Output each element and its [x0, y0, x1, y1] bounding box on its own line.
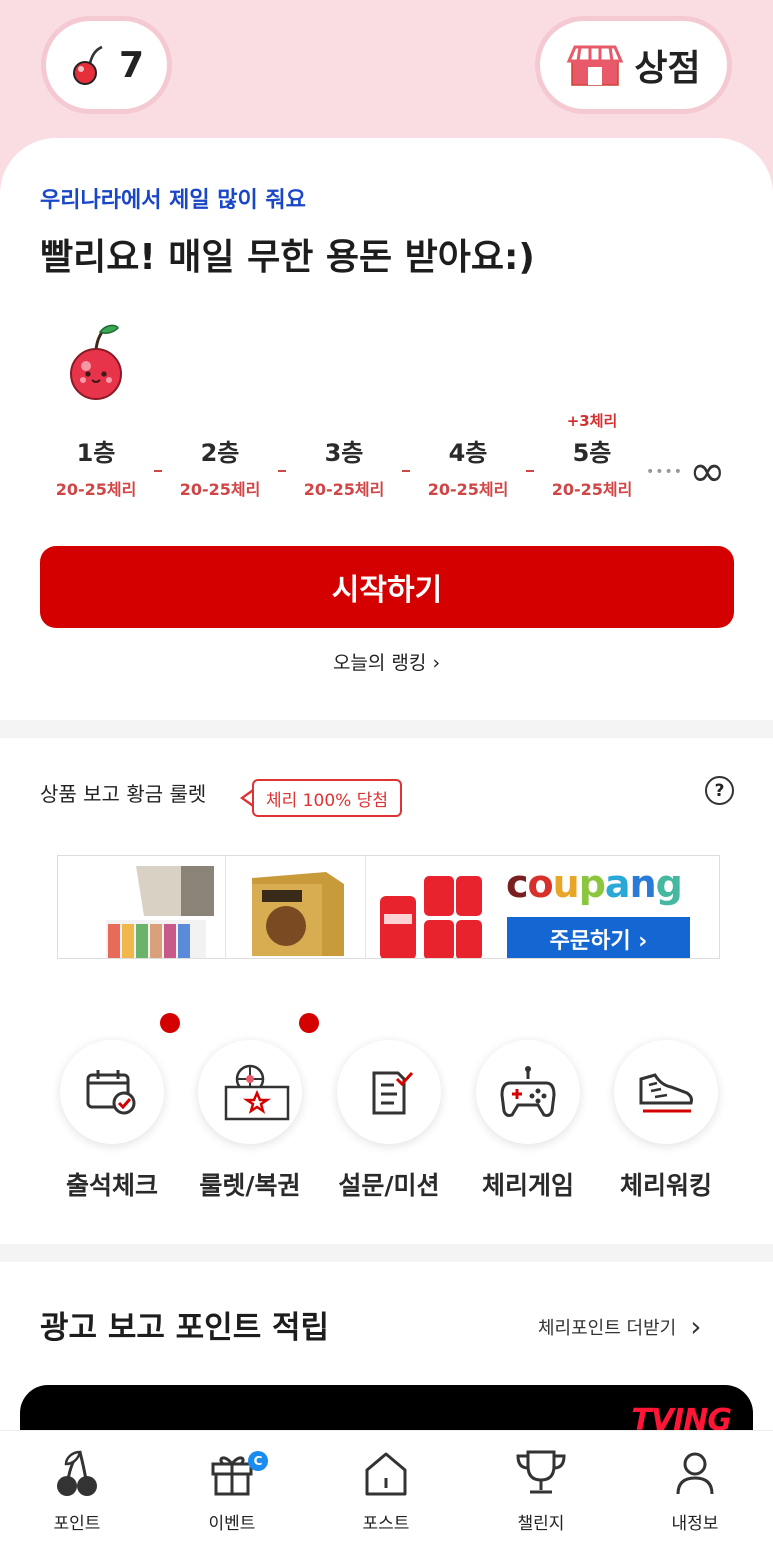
- floor-3: 3층 20-25체리: [284, 410, 404, 500]
- roulette-badge: 체리 100% 당첨: [252, 779, 402, 817]
- cherry-icon: [72, 45, 103, 85]
- cherry-walking-button[interactable]: [614, 1040, 718, 1144]
- dotted-connector: ••••: [646, 463, 684, 480]
- floor-range: 20-25체리: [303, 480, 385, 499]
- trophy-icon: [513, 1445, 569, 1501]
- floor-2: 2층 20-25체리: [160, 410, 280, 500]
- nav-label: 포인트: [53, 1514, 101, 1534]
- infinity-icon: ∞: [689, 446, 726, 497]
- menu-label: 출석체크: [65, 1171, 158, 1200]
- survey-icon: [372, 1071, 414, 1115]
- nav-item-post[interactable]: 포스트: [331, 1445, 441, 1534]
- nav-label: 포스트: [362, 1514, 410, 1534]
- shop-label: 상점: [634, 48, 701, 89]
- floor-bonus: [284, 410, 404, 436]
- roulette-ticket-icon: [224, 1064, 290, 1121]
- floor-name: 2층: [200, 439, 240, 467]
- start-button[interactable]: 시작하기: [40, 546, 734, 628]
- floor-1: 1층 20-25체리: [36, 410, 156, 500]
- product-image: [226, 856, 366, 958]
- menu-label: 룰렛/복권: [199, 1171, 301, 1200]
- chevron-right-icon: ›: [690, 1310, 702, 1343]
- coin-badge: C: [248, 1451, 268, 1471]
- floor-bonus: [160, 410, 280, 436]
- coupang-order-button[interactable]: 주문하기 ›: [507, 917, 690, 958]
- roulette-lottery-button[interactable]: [198, 1040, 302, 1144]
- floor-bonus: [36, 410, 156, 436]
- today-ranking-link[interactable]: 오늘의 랭킹 ›: [0, 648, 773, 675]
- floor-bonus: [408, 410, 528, 436]
- coupang-ad-banner[interactable]: coupang 주문하기 ›: [57, 855, 720, 959]
- floor-name: 4층: [448, 439, 488, 467]
- cherry-game-button[interactable]: [476, 1040, 580, 1144]
- floor-range: 20-25체리: [551, 480, 633, 499]
- floor-range: 20-25체리: [427, 480, 509, 499]
- roulette-title: 상품 보고 황금 룰렛: [40, 782, 207, 806]
- floor-name: 1층: [76, 439, 116, 467]
- product-image: [366, 856, 486, 958]
- floor-range: 20-25체리: [179, 480, 261, 499]
- promo-headline: 빨리요! 매일 무한 용돈 받아요:): [40, 237, 535, 278]
- survey-mission-button[interactable]: [337, 1040, 441, 1144]
- notification-dot: [299, 1013, 319, 1033]
- person-icon: [667, 1445, 723, 1501]
- cherry-mascot-icon: [70, 324, 122, 400]
- nav-item-event[interactable]: C 이벤트: [177, 1445, 287, 1534]
- gift-icon: C: [204, 1445, 268, 1501]
- nav-item-challenge[interactable]: 챌린지: [486, 1445, 596, 1534]
- nav-label: 이벤트: [208, 1514, 256, 1534]
- nav-item-my-info[interactable]: 내정보: [640, 1445, 750, 1534]
- menu-label: 체리워킹: [619, 1171, 712, 1200]
- shop-button[interactable]: 상점: [535, 16, 732, 114]
- nav-label: 챌린지: [517, 1514, 565, 1534]
- ranking-label: 오늘의 랭킹: [332, 652, 427, 674]
- cherry-count: 7: [118, 44, 145, 86]
- chevron-right-icon: ›: [432, 652, 441, 674]
- cherry-icon: [49, 1445, 105, 1501]
- shop-icon: [567, 45, 624, 86]
- floor-name: 3층: [324, 439, 364, 467]
- more-points-label: 체리포인트 더받기: [538, 1317, 677, 1339]
- bottom-nav: 포인트 C 이벤트 포스트 챌린지 내정보: [0, 1430, 773, 1545]
- infinite-floors: •••• ∞: [646, 446, 726, 497]
- home-icon: [358, 1445, 414, 1501]
- floor-range: 20-25체리: [55, 480, 137, 499]
- floor-bonus: +3체리: [566, 412, 618, 430]
- notification-dot: [160, 1013, 180, 1033]
- help-icon[interactable]: ?: [705, 776, 734, 805]
- nav-label: 내정보: [671, 1514, 719, 1534]
- sneaker-icon: [639, 1073, 693, 1113]
- attendance-check-button[interactable]: [60, 1040, 164, 1144]
- coupang-logo: coupang: [506, 862, 683, 906]
- floor-5: +3체리 5층 20-25체리: [532, 410, 652, 500]
- floor-progress: 1층 20-25체리 2층 20-25체리 3층 20-25체리 4층 20-2…: [36, 410, 766, 510]
- menu-label: 체리게임: [481, 1171, 574, 1200]
- promo-subtitle: 우리나라에서 제일 많이 줘요: [40, 188, 306, 213]
- more-points-link[interactable]: 체리포인트 더받기 ›: [538, 1310, 701, 1343]
- product-image: [86, 856, 226, 958]
- cherry-count-pill[interactable]: 7: [41, 16, 172, 114]
- nav-item-point[interactable]: 포인트: [22, 1445, 132, 1534]
- floor-4: 4층 20-25체리: [408, 410, 528, 500]
- floor-name: 5층: [572, 439, 612, 467]
- calendar-check-icon: [86, 1070, 136, 1115]
- gamepad-icon: [500, 1066, 556, 1117]
- menu-label: 설문/미션: [338, 1171, 440, 1200]
- ad-points-title: 광고 보고 포인트 적립: [40, 1310, 330, 1346]
